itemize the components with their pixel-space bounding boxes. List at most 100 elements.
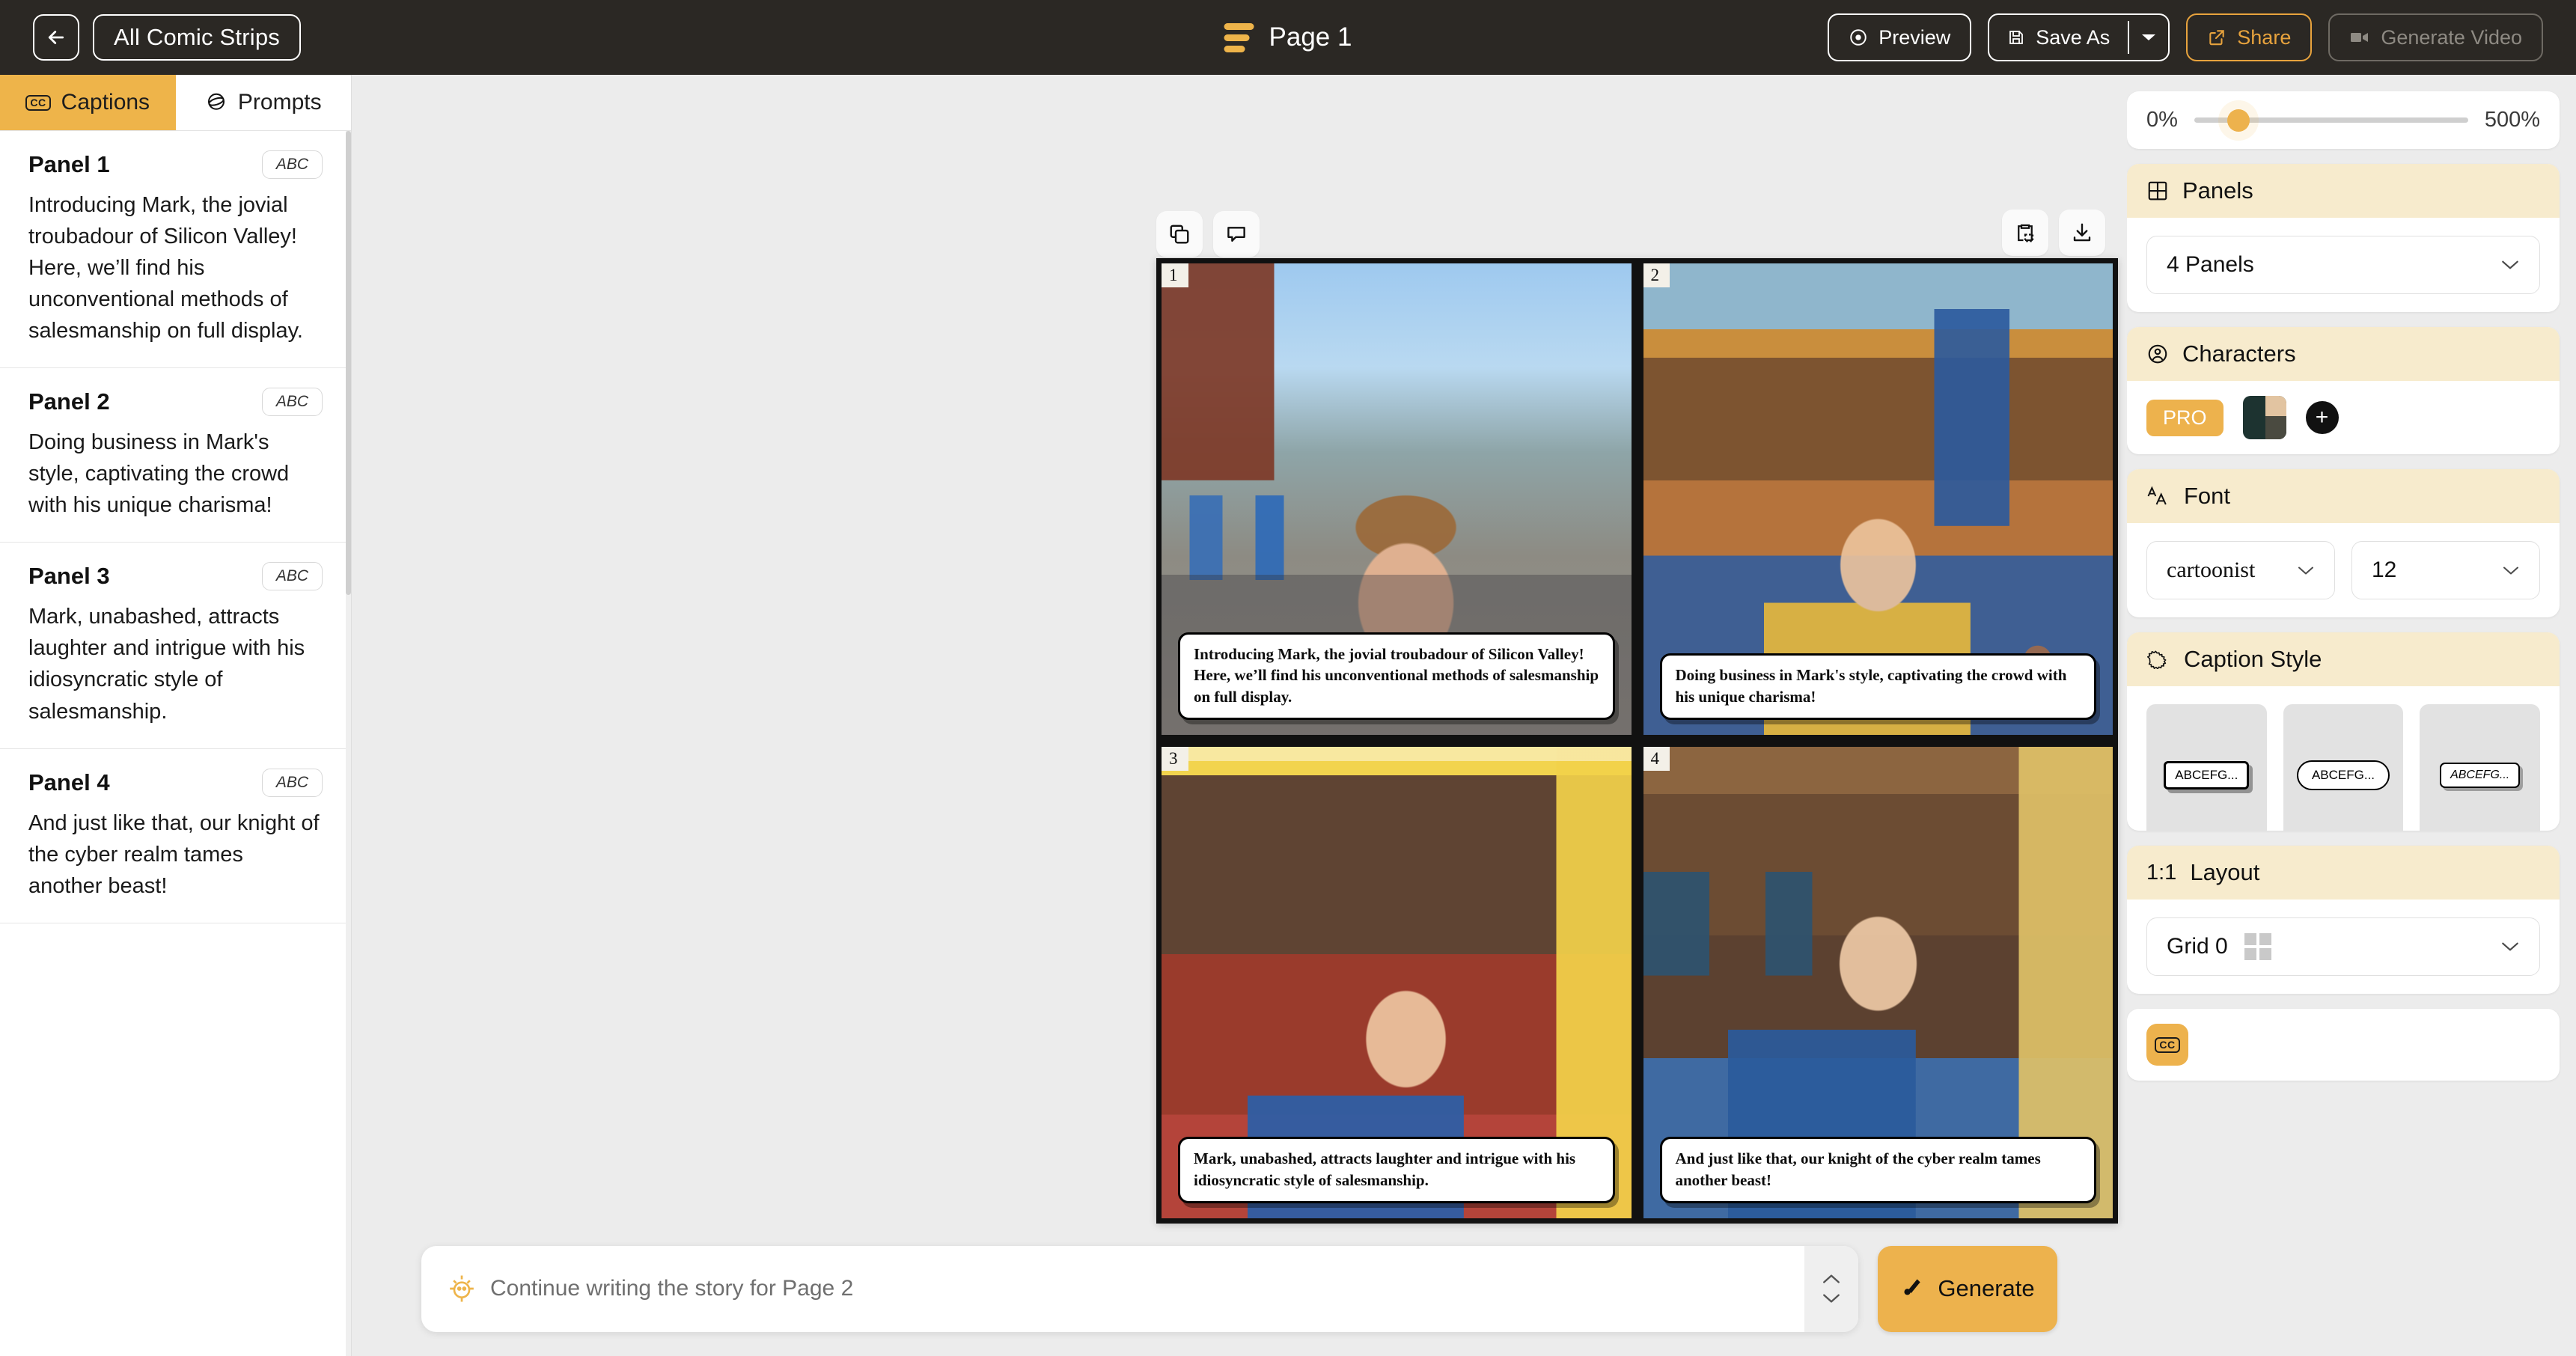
layout-card-header: 1:1 Layout <box>2127 846 2560 900</box>
avatar[interactable] <box>2242 396 2286 439</box>
generate-label: Generate <box>1938 1275 2035 1301</box>
panel-number: 2 <box>1643 263 1670 287</box>
panel-font-chip[interactable]: ABC <box>261 388 323 417</box>
back-button[interactable] <box>33 14 79 61</box>
panel-title: Panel 4 <box>28 769 110 795</box>
cc-icon: CC <box>25 94 51 111</box>
caption-style-card-header: Caption Style <box>2127 632 2560 686</box>
font-controls: cartoonist 12 <box>2127 523 2560 617</box>
panel-header: Panel 3 ABC <box>28 562 323 591</box>
save-as-button[interactable]: Save As <box>1989 15 2128 60</box>
list-item[interactable]: Panel 1 ABC Introducing Mark, the jovial… <box>0 131 351 369</box>
prompt-input[interactable] <box>490 1276 1779 1301</box>
caption-style-sample: ABCEFG... <box>2440 763 2521 788</box>
preview-button[interactable]: Preview <box>1828 13 1972 61</box>
panel-caption-bubble[interactable]: Mark, unabashed, attracts laughter and i… <box>1178 1137 1615 1203</box>
prompt-bar: Generate <box>352 1221 2127 1356</box>
list-item[interactable]: Panel 2 ABC Doing business in Mark's sty… <box>0 368 351 543</box>
arrow-left-icon <box>48 31 64 44</box>
caption-toggle-button[interactable]: CC <box>2146 1024 2188 1066</box>
panel-font-chip[interactable]: ABC <box>261 150 323 179</box>
caption-style-swatch-2[interactable]: ABCEFG... <box>2283 704 2404 831</box>
page-title-group[interactable]: Page 1 <box>1224 22 1352 52</box>
panel-caption-text[interactable]: Introducing Mark, the jovial troubadour … <box>28 189 323 346</box>
pro-badge[interactable]: PRO <box>2146 399 2224 436</box>
add-character-button[interactable]: + <box>2305 401 2339 434</box>
cc-icon: CC <box>2155 1036 2180 1053</box>
generate-button[interactable]: Generate <box>1878 1245 2057 1332</box>
duplicate-icon <box>1170 225 1189 244</box>
caption-style-card: Caption Style ABCEFG... ABCEFG... ABCEFG… <box>2127 632 2560 831</box>
panel-caption-text[interactable]: And just like that, our knight of the cy… <box>28 807 323 902</box>
download-button[interactable] <box>2059 210 2105 256</box>
panel-caption-bubble[interactable]: Doing business in Mark's style, captivat… <box>1659 653 2096 720</box>
font-size-value: 12 <box>2372 558 2397 582</box>
font-size-select[interactable]: 12 <box>2351 541 2540 599</box>
chevron-down-icon <box>2142 34 2156 40</box>
zoom-slider-thumb[interactable] <box>2226 109 2250 132</box>
eye-icon <box>1850 29 1867 46</box>
panels-card: Panels 4 Panels <box>2127 164 2560 312</box>
comic-panel[interactable]: 1 Introducing Mark, the jovial troubadou… <box>1159 261 1634 737</box>
layout-card-title: Layout <box>2190 859 2260 885</box>
caption-style-swatch-3[interactable]: ABCEFG... <box>2420 704 2540 831</box>
zoom-slider[interactable] <box>2194 109 2468 132</box>
all-comic-strips-button[interactable]: All Comic Strips <box>93 14 301 61</box>
chevron-up-icon[interactable] <box>1822 1273 1841 1285</box>
caption-toggle-card: CC <box>2127 1009 2560 1081</box>
panel-font-chip[interactable]: ABC <box>261 562 323 591</box>
duplicate-page-button[interactable] <box>1156 211 1203 257</box>
share-button[interactable]: Share <box>2186 13 2313 61</box>
characters-row: PRO + <box>2127 381 2560 454</box>
panel-header: Panel 2 ABC <box>28 388 323 417</box>
add-speech-bubble-button[interactable] <box>1213 211 1260 257</box>
panel-count-select[interactable]: 4 Panels <box>2146 236 2540 294</box>
panels-card-title: Panels <box>2182 177 2253 204</box>
comic-strip: 1 Introducing Mark, the jovial troubadou… <box>1156 258 2118 1224</box>
font-card-header: Font <box>2127 469 2560 523</box>
layout-grid-value: Grid 0 <box>2167 934 2228 959</box>
chevron-down-icon[interactable] <box>1822 1292 1841 1304</box>
font-family-select[interactable]: cartoonist <box>2146 541 2335 599</box>
generate-video-button[interactable]: Generate Video <box>2328 13 2543 61</box>
comic-panel[interactable]: 3 Mark, unabashed, attracts laughter and… <box>1159 745 1634 1221</box>
video-camera-icon <box>2351 33 2369 42</box>
list-item[interactable]: Panel 4 ABC And just like that, our knig… <box>0 749 351 923</box>
page-title: Page 1 <box>1269 22 1352 52</box>
characters-card-header: Characters <box>2127 327 2560 381</box>
caption-style-sample: ABCEFG... <box>2164 761 2250 790</box>
panel-caption-bubble[interactable]: Introducing Mark, the jovial troubadour … <box>1178 632 1615 720</box>
font-size-icon <box>2147 486 2167 505</box>
characters-card-title: Characters <box>2182 340 2296 367</box>
save-as-dropdown-button[interactable] <box>2129 15 2168 60</box>
layout-grid-select[interactable]: Grid 0 <box>2146 917 2540 976</box>
caption-style-grid: ABCEFG... ABCEFG... ABCEFG... <box>2127 686 2560 831</box>
tab-prompts[interactable]: Prompts <box>175 75 351 130</box>
download-icon <box>2073 223 2091 242</box>
caption-style-swatch-1[interactable]: ABCEFG... <box>2146 704 2267 831</box>
panel-title: Panel 2 <box>28 388 110 415</box>
layout-card-body: Grid 0 <box>2127 900 2560 994</box>
comic-canvas: 1 Introducing Mark, the jovial troubadou… <box>352 75 2127 1356</box>
pages-menu-icon[interactable] <box>1224 22 1254 52</box>
preview-label: Preview <box>1878 25 1951 49</box>
panel-caption-text[interactable]: Mark, unabashed, attracts laughter and i… <box>28 601 323 727</box>
sparkle-face-icon <box>450 1275 474 1302</box>
top-toolbar: All Comic Strips Page 1 Preview Save As <box>0 0 2576 75</box>
copy-to-clipboard-button[interactable] <box>2002 210 2048 256</box>
comic-panel[interactable]: 4 And just like that, our knight of the … <box>1640 745 2115 1221</box>
app-root: All Comic Strips Page 1 Preview Save As <box>0 0 2576 1356</box>
panel-title: Panel 3 <box>28 563 110 590</box>
layout-ratio-label: 1:1 <box>2146 860 2177 885</box>
layout-card: 1:1 Layout Grid 0 <box>2127 846 2560 994</box>
panel-caption-bubble[interactable]: And just like that, our knight of the cy… <box>1659 1137 2096 1203</box>
grid-preview-icon <box>2244 933 2271 960</box>
share-label: Share <box>2237 25 2292 49</box>
list-item[interactable]: Panel 3 ABC Mark, unabashed, attracts la… <box>0 543 351 749</box>
panel-caption-text[interactable]: Doing business in Mark's style, captivat… <box>28 427 323 521</box>
sidebar-scrollbar-thumb[interactable] <box>346 131 351 595</box>
prompt-stepper[interactable] <box>1804 1245 1858 1332</box>
panel-font-chip[interactable]: ABC <box>261 768 323 797</box>
tab-captions[interactable]: CC Captions <box>0 75 176 130</box>
comic-panel[interactable]: 2 Doing business in Mark's style, captiv… <box>1640 261 2115 737</box>
